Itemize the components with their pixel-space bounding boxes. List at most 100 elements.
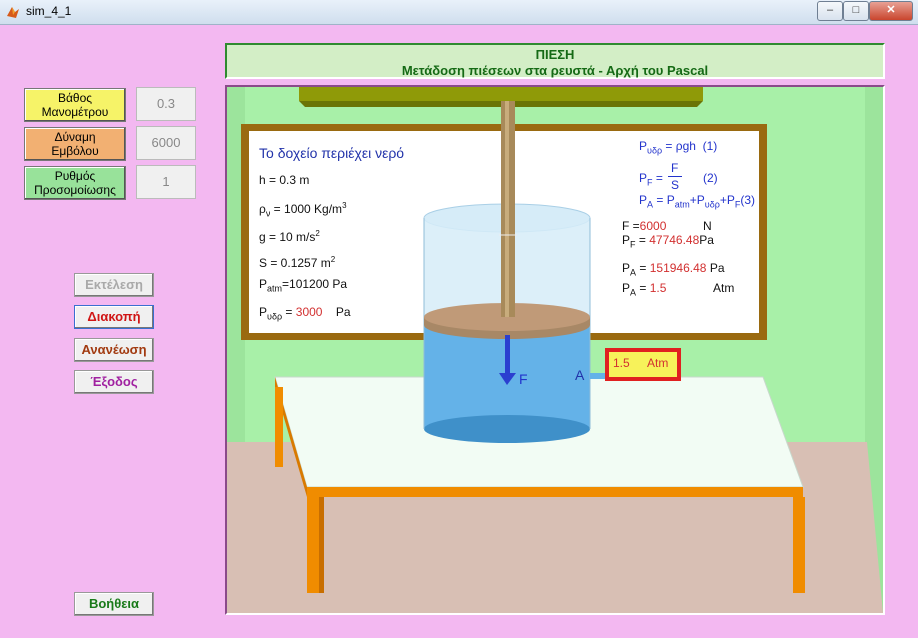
pa-readout: PA = 151946.48 Pa	[622, 261, 725, 277]
refresh-button[interactable]: Ανανέωση	[74, 338, 154, 362]
scene-drawing	[227, 87, 883, 613]
pa-eq: =	[639, 261, 647, 275]
rho-sub: ν	[265, 208, 271, 219]
force-arrow-label: F	[519, 371, 528, 387]
f3-text-4: +P	[719, 193, 735, 207]
g-exp: 2	[315, 229, 320, 238]
ceiling-bar	[299, 87, 703, 101]
force-readout-label: F =	[622, 219, 640, 233]
gauge-value: 1.5	[613, 356, 630, 370]
f3-sub-atm: atm	[674, 199, 690, 210]
rate-label: Ρυθμός Προσομοίωσης	[24, 166, 126, 200]
f3-text-3: +P	[689, 193, 705, 207]
s-exp: 2	[330, 255, 336, 264]
force-label-line2: Εμβόλου	[51, 144, 99, 158]
rate-input[interactable]: 1	[136, 165, 196, 199]
pf-sub: F	[630, 239, 636, 250]
point-a-label: A	[575, 367, 585, 383]
depth-label: Βάθος Μανομέτρου	[24, 88, 126, 122]
f3-text-2: = P	[656, 193, 675, 207]
rate-label-line1: Ρυθμός	[54, 169, 96, 183]
pf-readout: PF = 47746.48Pa	[622, 233, 714, 249]
pa2-value: 1.5	[649, 281, 667, 295]
gravity-readout: g = 10 m/s2	[259, 229, 320, 244]
pa2-eq: =	[639, 281, 647, 295]
simulation-scene: F A 1.5 Atm Το δοχείο περιέχει νερό h = …	[225, 85, 885, 615]
hydro-pressure-readout: Pυδρ = 3000 Pa	[259, 305, 351, 321]
formula-3: PA = Patm+Pυδρ+PF(3)	[639, 193, 755, 209]
force-readout-value: 6000	[639, 219, 667, 233]
table-leg-front-right	[793, 497, 805, 593]
f2-sub: F	[647, 177, 653, 188]
area-readout: S = 0.1257 m2	[259, 255, 335, 270]
formula-2-numerator: F	[671, 161, 679, 175]
rho-exp: 3	[342, 201, 347, 210]
exit-button[interactable]: Έξοδος	[74, 370, 154, 394]
pydr-value: 3000	[295, 305, 323, 319]
pf-unit: Pa	[699, 233, 714, 247]
rho-label: ρ	[259, 202, 266, 216]
force-arrow-shaft	[505, 335, 510, 375]
force-readout-unit: N	[703, 219, 712, 233]
force-readout: F =6000	[622, 219, 666, 233]
pydr-unit: Pa	[335, 305, 351, 319]
f3-text-1: P	[639, 193, 648, 207]
h-label: h =	[259, 173, 277, 187]
depth-input[interactable]: 0.3	[136, 87, 196, 121]
depth-label-line1: Βάθος	[57, 91, 93, 105]
formula-2-number: (2)	[703, 171, 718, 185]
patm-label: P	[259, 277, 268, 291]
pa2-sub: A	[630, 287, 637, 298]
maximize-button[interactable]: □	[843, 1, 869, 21]
close-button[interactable]: ✕	[869, 1, 913, 21]
pf-eq: =	[638, 233, 646, 247]
f3-sub-a: A	[647, 199, 654, 210]
title-line2: Μετάδοση πιέσεων στα ρευστά - Αρχή του P…	[401, 63, 709, 78]
f3-sub-ydr: υδρ	[704, 199, 720, 210]
table-leg-front-left	[307, 497, 319, 593]
window-titlebar: sim_4_1 – □ ✕	[0, 0, 918, 25]
pa2-label: P	[622, 281, 631, 295]
pydr-label: P	[259, 305, 268, 319]
formula-2-fraction-bar	[668, 176, 682, 177]
f3-num: (3)	[740, 193, 756, 207]
f1-num: (1)	[702, 139, 718, 153]
matlab-icon	[7, 7, 19, 18]
s-label: S = 0.1257 m	[259, 256, 331, 270]
h-unit: m	[299, 173, 310, 187]
patm-sub: atm	[267, 283, 283, 294]
rho-value: = 1000 Kg/m	[273, 202, 343, 216]
run-button[interactable]: Εκτέλεση	[74, 273, 154, 297]
force-label-line1: Δύναμη	[54, 130, 96, 144]
f1-lhs: P	[639, 139, 648, 153]
piston-rod-highlight	[505, 101, 509, 317]
pydr-sub: υδρ	[267, 311, 283, 322]
pydr-eq: =	[285, 305, 293, 319]
pf-label: P	[622, 233, 631, 247]
g-label: g = 10 m/s	[259, 230, 316, 244]
patm-value: =101200 Pa	[282, 277, 348, 291]
formula-2-denominator: S	[671, 178, 680, 192]
pa-sub: A	[630, 267, 637, 278]
stop-button[interactable]: Διακοπή	[74, 305, 154, 329]
minimize-button[interactable]: –	[817, 1, 843, 21]
pa-unit: Pa	[709, 261, 725, 275]
pa-atm-unit: Atm	[713, 281, 735, 295]
title-line1: ΠΙΕΣΗ	[535, 47, 575, 62]
force-label: Δύναμη Εμβόλου	[24, 127, 126, 161]
pa-value: 151946.48	[649, 261, 707, 275]
table-leg-back-left	[275, 387, 283, 467]
pf-value: 47746.48	[649, 233, 700, 247]
window-title: sim_4_1	[26, 4, 72, 18]
pa-label: P	[622, 261, 631, 275]
table-front-edge	[307, 487, 803, 497]
title-panel: ΠΙΕΣΗ Μετάδοση πιέσεων στα ρευστά - Αρχή…	[225, 43, 885, 79]
gauge-unit: Atm	[647, 356, 669, 370]
table-leg-front-left-shade	[319, 497, 324, 593]
help-button[interactable]: Βοήθεια	[74, 592, 154, 616]
gauge-tube	[590, 373, 606, 379]
depth-label-line2: Μανομέτρου	[41, 105, 109, 119]
force-input[interactable]: 6000	[136, 126, 196, 160]
density-readout: ρν = 1000 Kg/m3	[259, 201, 347, 218]
f1-rhs: = ρgh	[665, 139, 696, 153]
